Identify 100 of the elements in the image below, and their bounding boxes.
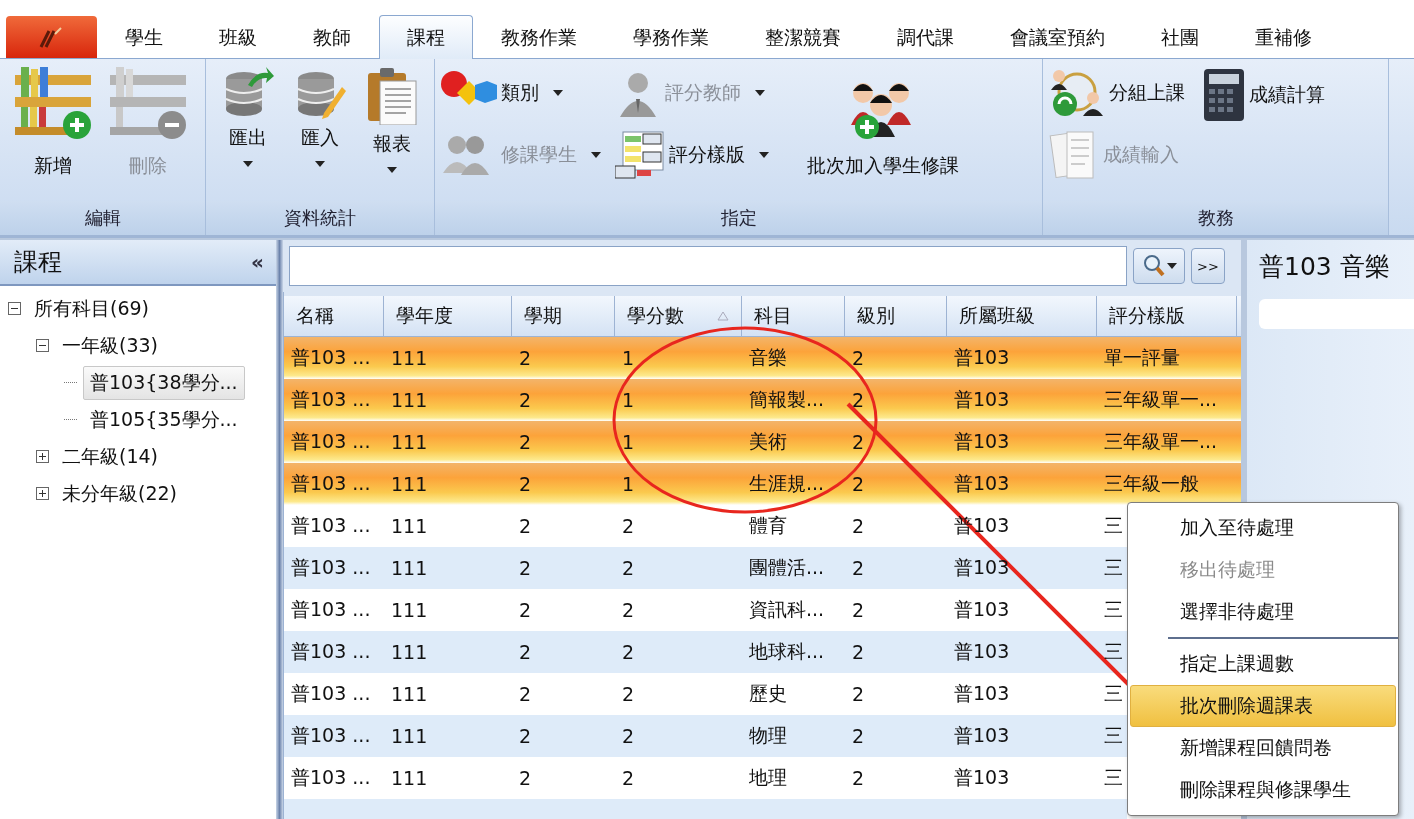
table-row[interactable]: 普103 ... 111 2 1 美術 2 普103 三年級單一... <box>284 421 1241 463</box>
table-row[interactable]: 普103 ... 111 2 2 地球科... 2 普103 三 <box>284 631 1127 673</box>
ribbon-tab[interactable]: 社團 <box>1133 16 1227 58</box>
table-cell: 1 <box>622 347 635 369</box>
table-cell: 1 <box>622 389 635 411</box>
menu-item[interactable]: 新增課程回饋問卷 <box>1130 727 1396 769</box>
ribbon-button[interactable]: 新增 <box>10 67 95 201</box>
table-row[interactable]: 普103 ... 111 2 1 音樂 2 普103 單一評量 <box>284 337 1241 379</box>
table-cell-text: 三 <box>1104 681 1123 706</box>
table-cell: 2 <box>852 473 865 495</box>
table-cell-text: 團體活... <box>749 555 825 580</box>
ribbon-tab[interactable]: 學務作業 <box>605 16 737 58</box>
tree-item[interactable]: 一年級(33) <box>55 328 165 363</box>
ribbon-tab[interactable]: 調代課 <box>869 16 982 58</box>
table-row[interactable]: 普103 ... 111 2 2 物理 2 普103 三 <box>284 715 1127 757</box>
ribbon-tab[interactable]: 整潔競賽 <box>737 16 869 58</box>
table-row[interactable]: 普103 ... 111 2 2 團體活... 2 普103 三 <box>284 547 1127 589</box>
table-cell-text: 普103 ... <box>291 597 371 622</box>
table-cell: 2 <box>852 683 865 705</box>
ribbon-tab[interactable]: 教師 <box>285 16 379 58</box>
ribbon-button[interactable]: 類別 <box>439 65 601 121</box>
tree-item[interactable]: 未分年級(22) <box>55 476 184 511</box>
column-header[interactable]: 名稱 <box>284 296 384 336</box>
column-header[interactable]: 級別 <box>845 296 947 336</box>
column-header[interactable]: 所屬班級 <box>947 296 1097 336</box>
column-header[interactable]: 學期 <box>512 296 615 336</box>
table-cell: 2 <box>852 599 865 621</box>
table-cell-text: 單一評量 <box>1104 345 1180 370</box>
table-cell-text: 體育 <box>749 513 787 538</box>
ribbon-tab[interactable]: 課程 <box>379 15 473 59</box>
ribbon-tab[interactable]: 教務作業 <box>473 16 605 58</box>
expand-button[interactable]: >> <box>1191 248 1225 284</box>
ribbon-button[interactable]: 匯入 <box>290 67 350 201</box>
table-cell-text: 普103 <box>954 765 1010 790</box>
menu-item[interactable]: 選擇非待處理 <box>1130 591 1396 633</box>
table-cell-text: 普103 ... <box>291 723 371 748</box>
ribbon-tab[interactable]: 重補修 <box>1227 16 1340 58</box>
table-cell-text: 普103 ... <box>291 513 371 538</box>
table-cell-text: 地理 <box>749 765 787 790</box>
table-cell-text: 三年級單一... <box>1104 429 1218 454</box>
column-header[interactable]: 科目 <box>742 296 845 336</box>
table-cell: 2 <box>852 515 865 537</box>
table-cell-text: 普103 <box>954 387 1010 412</box>
table-cell: 111 <box>391 431 428 453</box>
ribbon-button[interactable]: 報表 <box>362 67 422 201</box>
table-cell: 2 <box>622 515 635 537</box>
table-cell: 2 <box>622 725 635 747</box>
table-cell: 2 <box>622 557 635 579</box>
table-cell: 2 <box>519 599 532 621</box>
table-cell-text: 三年級一般 <box>1104 471 1199 496</box>
table-cell: 111 <box>391 683 428 705</box>
table-cell: 2 <box>852 347 865 369</box>
ribbon-tab[interactable]: 學生 <box>97 16 191 58</box>
table-cell-text: 普103 ... <box>291 555 371 580</box>
column-header[interactable]: 學年度 <box>384 296 512 336</box>
table-cell-text: 普103 <box>954 345 1010 370</box>
table-cell-text: 普103 <box>954 639 1010 664</box>
table-cell-text: 普103 ... <box>291 345 371 370</box>
collapse-button[interactable]: « <box>251 250 264 274</box>
table-cell: 2 <box>852 641 865 663</box>
table-cell: 2 <box>622 683 635 705</box>
ribbon-button[interactable]: 分組上課 <box>1049 65 1185 121</box>
ribbon-button[interactable]: 成績計算 <box>1203 67 1325 123</box>
table-cell: 2 <box>519 431 532 453</box>
table-row[interactable]: 普103 ... 111 2 1 生涯規... 2 普103 三年級一般 <box>284 463 1241 505</box>
table-cell: 1 <box>622 473 635 495</box>
ribbon-tab[interactable]: 會議室預約 <box>982 16 1133 58</box>
ribbon-button[interactable]: 匯出 <box>218 67 278 201</box>
tree-item[interactable]: 二年級(14) <box>55 439 165 474</box>
column-header[interactable]: 評分樣版 <box>1097 296 1237 336</box>
table-cell: 111 <box>391 347 428 369</box>
table-cell: 111 <box>391 725 428 747</box>
table-cell: 2 <box>622 767 635 789</box>
table-cell: 2 <box>852 389 865 411</box>
ribbon-tab[interactable]: 班級 <box>191 16 285 58</box>
table-cell: 2 <box>519 389 532 411</box>
menu-item[interactable]: 刪除課程與修課學生 <box>1130 769 1396 811</box>
menu-item[interactable]: 批次刪除週課表 <box>1130 685 1396 727</box>
tree-item[interactable]: 所有科目(69) <box>27 291 156 326</box>
table-cell-text: 普103 <box>954 429 1010 454</box>
table-cell-text: 資訊科... <box>749 597 825 622</box>
table-row[interactable]: 普103 ... 111 2 1 簡報製... 2 普103 三年級單一... <box>284 379 1241 421</box>
table-cell: 2 <box>852 767 865 789</box>
panel-title: 課程 <box>14 247 62 278</box>
table-cell: 111 <box>391 515 428 537</box>
ribbon-button[interactable]: 評分樣版 <box>615 127 769 183</box>
menu-item[interactable]: 指定上課週數 <box>1130 643 1396 685</box>
table-cell-text: 普103 <box>954 681 1010 706</box>
table-cell-text: 普103 <box>954 723 1010 748</box>
tree-item[interactable]: 普103{38學分... <box>83 365 245 400</box>
menu-item[interactable]: 加入至待處理 <box>1130 507 1396 549</box>
table-cell: 111 <box>391 473 428 495</box>
ribbon-button[interactable]: 批次加入學生修課 <box>783 65 983 201</box>
table-cell-text: 普103 ... <box>291 639 371 664</box>
tree-item[interactable]: 普105{35學分... <box>83 402 245 437</box>
table-cell-text: 簡報製... <box>749 387 825 412</box>
table-cell-text: 普103 <box>954 555 1010 580</box>
column-header[interactable]: 學分數 <box>615 296 742 336</box>
table-cell: 2 <box>519 473 532 495</box>
table-cell-text: 三 <box>1104 723 1123 748</box>
